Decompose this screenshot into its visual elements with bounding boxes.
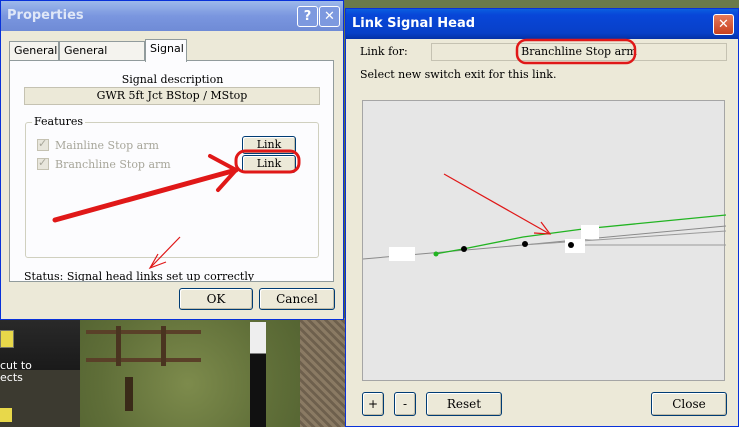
annotation-overlay	[52, 38, 637, 270]
annotation-arrow	[52, 167, 239, 223]
annotation-circle-link-for	[515, 38, 637, 65]
tab-signal[interactable]: Signal	[145, 39, 187, 62]
annotation-canvas-arrow	[443, 173, 549, 234]
annotation-circle-link	[234, 149, 301, 174]
annotation-status-arrow	[149, 236, 181, 269]
